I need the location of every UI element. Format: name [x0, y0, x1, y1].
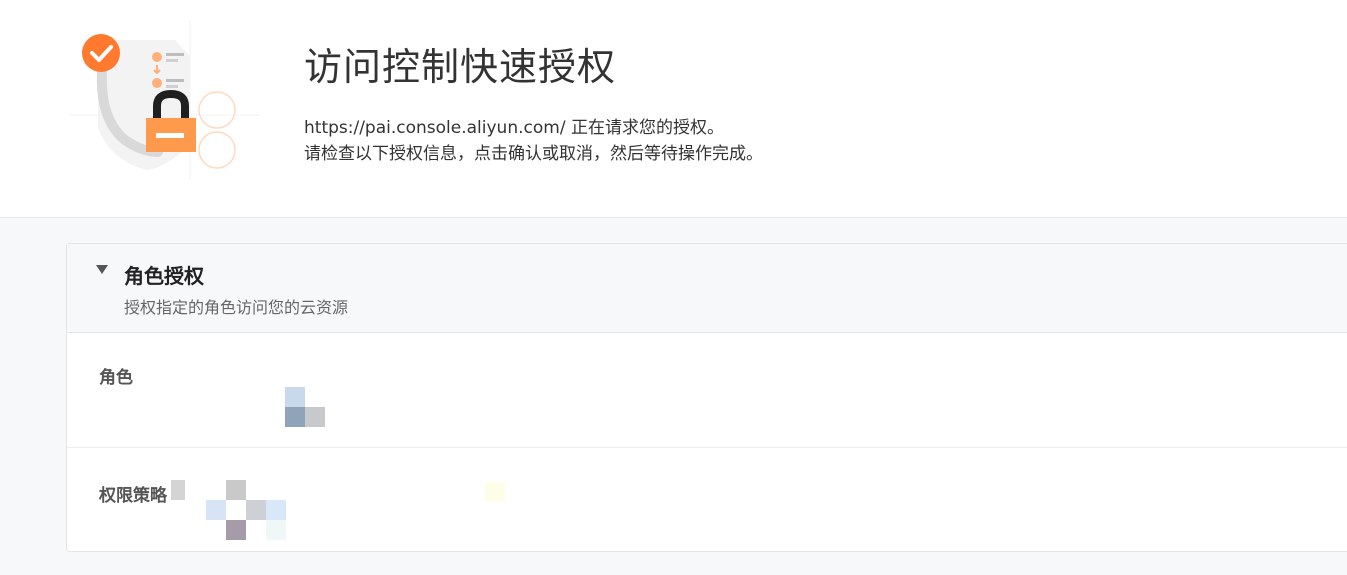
- page-title: 访问控制快速授权: [304, 45, 617, 89]
- panel-subtitle: 授权指定的角色访问您的云资源: [124, 298, 349, 317]
- role-label: 角色: [99, 368, 133, 388]
- shield-lock-illustration-icon: [70, 20, 260, 180]
- panel-title: 角色授权: [124, 264, 204, 288]
- role-authorization-panel-header[interactable]: 角色授权 授权指定的角色访问您的云资源: [67, 244, 1347, 333]
- policy-row: 权限策略: [67, 448, 1347, 550]
- role-row: 角色: [67, 333, 1347, 448]
- policy-label: 权限策略: [99, 486, 167, 506]
- description-line-1: https://pai.console.aliyun.com/ 正在请求您的授权…: [304, 118, 724, 138]
- authorization-description: https://pai.console.aliyun.com/ 正在请求您的授权…: [304, 115, 763, 167]
- description-line-2: 请检查以下授权信息，点击确认或取消，然后等待操作完成。: [304, 144, 763, 164]
- policy-value-pixelated: [171, 470, 583, 540]
- role-authorization-panel: 角色授权 授权指定的角色访问您的云资源 角色 权限策略: [66, 243, 1347, 552]
- caret-down-icon[interactable]: [96, 265, 108, 274]
- role-value-pixelated: [171, 347, 583, 447]
- authorization-header: 访问控制快速授权 https://pai.console.aliyun.com/…: [0, 0, 1347, 218]
